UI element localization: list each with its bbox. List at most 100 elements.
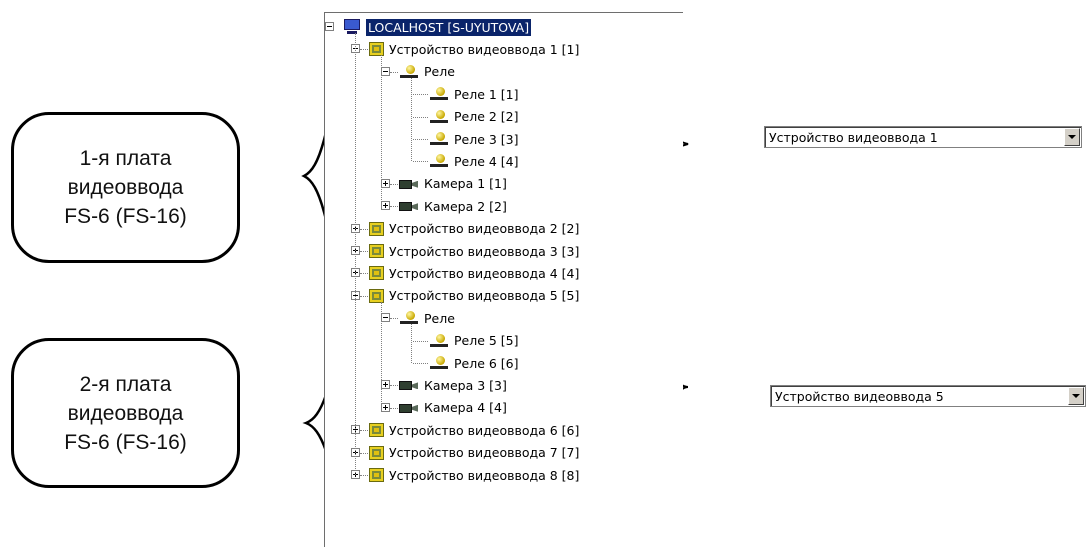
tree-item-label: Камера 3 [3] — [424, 377, 507, 393]
tree-item-label: Устройство видеоввода 3 [3] — [389, 243, 580, 259]
relay-icon — [429, 87, 449, 101]
tree-connector — [413, 161, 428, 163]
tree-item-label: Камера 1 [1] — [424, 176, 507, 192]
tree-connector — [413, 94, 428, 96]
tree-item-label: Устройство видеоввода 5 [5] — [389, 288, 580, 304]
expand-icon[interactable] — [381, 201, 390, 211]
tree-item[interactable]: Реле — [399, 61, 455, 83]
tree-item-label: Устройство видеоввода 1 [1] — [389, 41, 580, 57]
relay-icon — [399, 311, 419, 325]
device-icon — [369, 468, 384, 482]
expand-icon[interactable] — [381, 178, 390, 188]
tree-item-label: Реле 4 [4] — [454, 153, 519, 169]
tree-item-label: Реле 2 [2] — [454, 109, 519, 125]
tree-guide-line — [355, 33, 356, 475]
tree-item-label: Реле 3 [3] — [454, 131, 519, 147]
tree-item[interactable]: Камера 4 [4] — [399, 397, 507, 419]
tree-item-label: Реле — [424, 64, 455, 80]
tree-item[interactable]: Реле 3 [3] — [429, 128, 519, 150]
select-value: Устройство видеоввода 5 — [775, 389, 944, 404]
tree-item-label: LOCALHOST [S-UYUTOVA] — [366, 18, 532, 36]
device-icon — [369, 288, 384, 303]
chevron-down-icon — [1068, 135, 1076, 139]
expand-icon[interactable] — [381, 402, 390, 412]
tree-item[interactable]: Камера 1 [1] — [399, 173, 507, 195]
relay-icon — [429, 109, 449, 124]
tree-connector — [360, 295, 368, 297]
video-device-select-1[interactable]: Устройство видеоввода 1 — [764, 126, 1082, 148]
tree-item[interactable]: Реле 4 [4] — [429, 150, 519, 172]
tree-item-label: Камера 4 [4] — [424, 400, 507, 416]
chevron-down-icon — [1072, 394, 1080, 398]
camera-icon — [399, 178, 419, 190]
tree-item-label: Камера 2 [2] — [424, 198, 507, 214]
tree-item[interactable]: Устройство видеоввода 2 [2] — [369, 218, 579, 240]
tree-guide-line — [381, 301, 382, 408]
camera-icon — [399, 379, 419, 391]
tree-connector — [390, 407, 398, 409]
tree-item[interactable]: Устройство видеоввода 1 [1] — [369, 38, 579, 60]
collapse-icon[interactable] — [381, 66, 390, 76]
tree-item[interactable]: Устройство видеоввода 5 [5] — [369, 285, 579, 307]
dropdown-arrow-button[interactable] — [1064, 128, 1080, 146]
object-tree[interactable]: LOCALHOST [S-UYUTOVA] Устройство видеовво… — [325, 13, 683, 547]
tree-connector — [360, 430, 368, 432]
dropdown-arrow-button[interactable] — [1068, 387, 1084, 405]
tree-item[interactable]: Камера 2 [2] — [399, 195, 507, 217]
tree-item[interactable]: Реле 5 [5] — [429, 330, 519, 352]
tree-connector — [390, 71, 398, 73]
tree-connector — [413, 340, 428, 342]
tree-item-label: Устройство видеоввода 7 [7] — [389, 445, 580, 461]
computer-icon — [343, 19, 361, 35]
device-icon — [369, 445, 384, 460]
tree-item-label: Устройство видеоввода 4 [4] — [389, 265, 580, 281]
tree-connector — [390, 183, 398, 185]
tree-guide-line — [411, 77, 412, 162]
device-icon — [369, 221, 384, 236]
tree-item-label: Реле 5 [5] — [454, 333, 519, 349]
tree-item[interactable]: Устройство видеоввода 3 [3] — [369, 240, 579, 262]
tree-item-label: Реле 1 [1] — [454, 86, 519, 102]
tree-item[interactable]: Реле 6 [6] — [429, 352, 519, 374]
tree-item[interactable]: Камера 3 [3] — [399, 374, 507, 396]
tree-item-label: Устройство видеоввода 2 [2] — [389, 221, 580, 237]
tree-item-label: Устройство видеоввода 8 [8] — [389, 467, 580, 483]
device-icon — [369, 423, 384, 438]
tree-connector — [413, 139, 428, 140]
select-value: Устройство видеоввода 1 — [769, 130, 938, 145]
relay-icon — [429, 356, 449, 370]
tree-item[interactable]: Реле — [399, 307, 455, 329]
collapse-icon[interactable] — [325, 22, 334, 31]
tree-connector — [413, 116, 428, 118]
tree-guide-line — [411, 324, 412, 363]
tree-connector — [360, 273, 368, 275]
object-tree-panel: LOCALHOST [S-UYUTOVA] Устройство видеовво… — [324, 12, 683, 547]
relay-icon — [429, 154, 449, 168]
tree-guide-line — [381, 55, 382, 207]
tree-connector — [360, 49, 368, 51]
tree-connector — [360, 228, 368, 230]
relay-icon — [429, 333, 449, 348]
tree-item[interactable]: Реле 2 [2] — [429, 106, 519, 128]
device-icon — [369, 42, 384, 57]
tree-item-label: Реле 6 [6] — [454, 355, 519, 371]
tree-connector — [360, 452, 368, 454]
tree-item-label: Реле — [424, 310, 455, 326]
camera-icon — [399, 402, 419, 414]
relay-icon — [429, 132, 449, 146]
tree-item[interactable]: Реле 1 [1] — [429, 83, 519, 105]
tree-connector — [390, 318, 398, 320]
tree-connector — [390, 385, 398, 387]
expand-icon[interactable] — [381, 380, 390, 390]
tree-item[interactable]: Устройство видеоввода 6 [6] — [369, 419, 579, 441]
tree-item[interactable]: Устройство видеоввода 7 [7] — [369, 442, 579, 464]
tree-connector — [360, 475, 368, 476]
video-device-select-2[interactable]: Устройство видеоввода 5 — [770, 385, 1086, 407]
device-icon — [369, 244, 384, 258]
tree-root[interactable]: LOCALHOST [S-UYUTOVA] — [343, 16, 532, 38]
tree-item[interactable]: Устройство видеоввода 8 [8] — [369, 464, 579, 486]
collapse-icon[interactable] — [381, 313, 390, 323]
relay-icon — [399, 64, 419, 79]
camera-icon — [399, 200, 419, 212]
tree-item[interactable]: Устройство видеоввода 4 [4] — [369, 262, 579, 284]
